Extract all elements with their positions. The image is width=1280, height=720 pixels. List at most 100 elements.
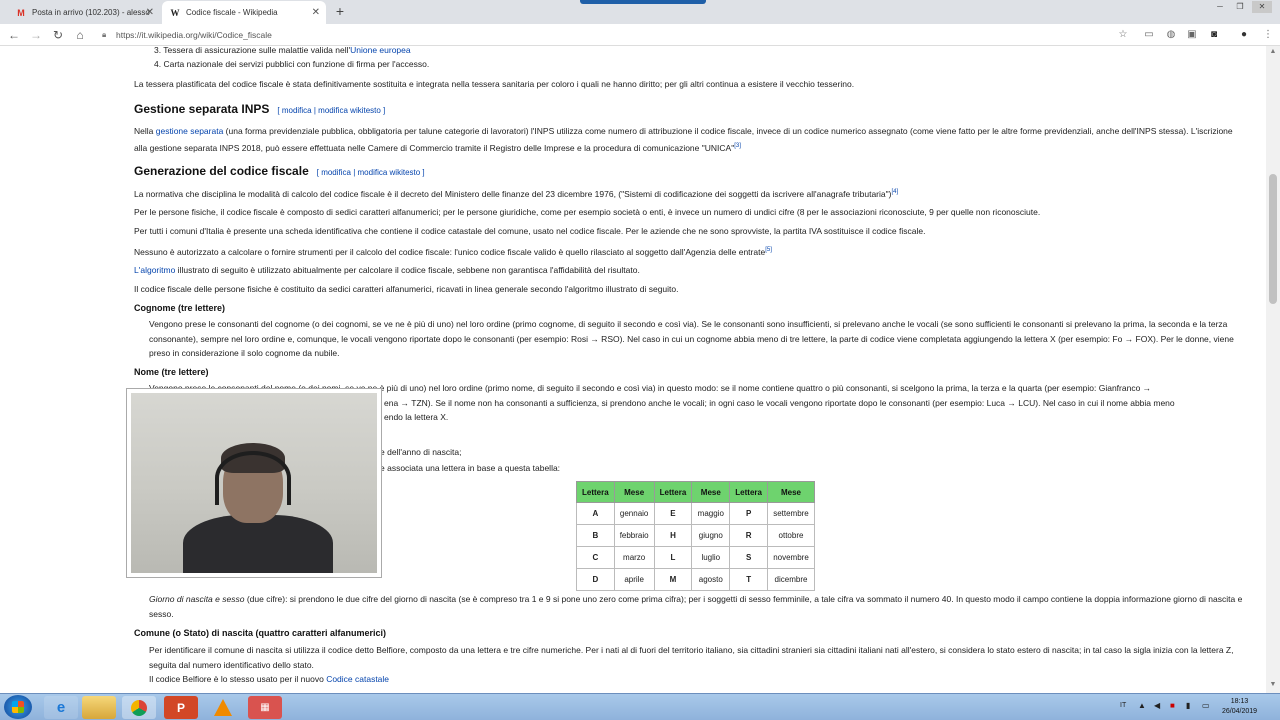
paragraph: e associata una lettera in base a questa… [380,463,561,473]
address-bar[interactable]: 🔒︎ https://it.wikipedia.org/wiki/Codice_… [100,27,1140,43]
months-table: Lettera Mese Lettera Mese Lettera Mese A… [576,481,815,591]
paragraph: Nella gestione separata (una forma previ… [134,126,1233,153]
headset-icon [215,451,291,505]
column-header: Mese [766,481,815,503]
table-cell: gennaio [613,502,655,525]
table-cell: giugno [691,524,731,547]
browser-toolbar: ← → ↻ ⌂ 🔒︎ https://it.wikipedia.org/wiki… [0,24,1280,46]
profile-avatar[interactable]: ● [1238,29,1250,41]
new-tab-button[interactable]: + [332,3,348,19]
table-row: D aprile M agosto T dicembre [576,568,815,591]
url-text: https://it.wikipedia.org/wiki/Codice_fis… [116,30,272,40]
tab-gmail[interactable]: M Posta in arrivo (102.203) - alesso ✕ [8,1,160,24]
minimize-button[interactable]: ─ [1210,1,1230,13]
link-codice-catastale[interactable]: Codice catastale [326,674,389,684]
back-icon[interactable]: ← [6,27,22,43]
reference-link[interactable]: [4] [891,189,898,195]
column-header: Lettera [653,481,693,503]
tab-wikipedia[interactable]: W Codice fiscale - Wikipedia ✕ [162,1,326,24]
scroll-up-icon[interactable]: ▲ [1266,48,1280,58]
table-cell: E [653,502,693,525]
vertical-scrollbar[interactable]: ▲ ▼ [1266,46,1280,693]
close-icon[interactable]: ✕ [146,7,154,18]
paragraph: Giorno di nascita e sesso (due cifre): s… [149,594,1243,619]
link-gestione-separata[interactable]: gestione separata [156,126,224,136]
close-icon[interactable]: ✕ [312,7,320,18]
webcam-video [131,393,377,573]
chevron-up-icon[interactable]: ▲ [1138,701,1148,711]
table-cell: luglio [691,546,731,569]
tab-label: Posta in arrivo (102.203) - alesso [32,8,150,17]
antivirus-icon[interactable]: ■ [1170,701,1180,711]
volume-icon[interactable]: ◀ [1154,701,1164,711]
table-cell: R [729,524,768,547]
close-window-button[interactable]: ✕ [1252,1,1272,13]
ie-icon[interactable]: e [44,696,78,719]
table-cell: settembre [766,502,815,525]
table-cell: C [576,546,615,569]
windows-logo-icon [12,701,24,713]
subsection-heading: Cognome (tre lettere) [134,303,226,313]
table-cell: dicembre [766,568,815,591]
table-cell: ottobre [766,524,815,547]
scrollbar-thumb[interactable] [1269,174,1277,304]
edit-link[interactable]: [ modifica | modifica wikitesto ] [277,106,385,115]
menu-icon[interactable]: ⋮ [1262,29,1274,41]
paragraph: La normativa che disciplina le modalità … [134,188,899,199]
home-icon[interactable]: ⌂ [72,27,88,43]
table-cell: febbraio [613,524,655,547]
start-button[interactable] [4,695,32,719]
camera-icon[interactable]: ◙ [1208,29,1220,41]
gmail-icon: M [17,7,25,18]
edit-link[interactable]: [ modifica | modifica wikitesto ] [317,168,425,177]
reference-link[interactable]: [5] [765,247,772,253]
paragraph: Il codice fiscale delle persone fisiche … [134,284,679,294]
vlc-icon[interactable] [206,696,240,719]
subsection-heading: Nome (tre lettere) [134,367,209,377]
language-indicator[interactable]: IT [1120,702,1126,709]
forward-icon[interactable]: → [28,27,44,43]
table-row: C marzo L luglio S novembre [576,546,815,569]
maximize-button[interactable]: ❐ [1230,1,1250,13]
extension-icon[interactable]: ◍ [1165,29,1177,41]
column-header: Lettera [576,481,615,503]
action-center-icon[interactable]: ▭ [1202,701,1212,711]
list-item: 4. Carta nazionale dei servizi pubblici … [154,59,430,69]
reload-icon[interactable]: ↻ [50,27,66,43]
scroll-down-icon[interactable]: ▼ [1266,681,1280,691]
system-clock[interactable]: 18:13 26/04/2019 [1222,697,1257,717]
paragraph: L'algoritmo illustrato di seguito è util… [134,265,640,275]
network-icon[interactable]: ▮ [1186,701,1196,711]
section-heading: Gestione separata INPS[ modifica | modif… [134,102,386,116]
list-item: 3. Tessera di assicurazione sulle malatt… [154,46,411,55]
wikipedia-article: 3. Tessera di assicurazione sulle malatt… [0,46,1266,693]
paragraph: e dell'anno di nascita; [380,447,462,457]
column-header: Mese [691,481,731,503]
table-cell: novembre [766,546,815,569]
link-algoritmo[interactable]: L'algoritmo [134,265,175,275]
paragraph: Per tutti i comuni d'Italia è presente u… [134,226,926,236]
column-header: Mese [613,481,655,503]
table-cell: T [729,568,768,591]
table-cell: H [653,524,693,547]
link-unione-europea[interactable]: Unione europea [350,46,411,55]
explorer-icon[interactable] [82,696,116,719]
calendar-app-icon[interactable]: ▦ [248,696,282,719]
paragraph: ena → TZN). Se il nome non ha consonanti… [384,398,1175,408]
tab-bar: M Posta in arrivo (102.203) - alesso ✕ W… [0,0,1280,24]
tab-label: Codice fiscale - Wikipedia [186,8,278,17]
paragraph: Vengono prese le consonanti del cognome … [149,319,1234,358]
bookmark-star-icon[interactable]: ☆ [1117,29,1129,41]
section-heading: Generazione del codice fiscale[ modifica… [134,164,425,178]
chrome-icon[interactable] [122,696,156,719]
table-cell: B [576,524,615,547]
paragraph: Il codice Belfiore è lo stesso usato per… [149,674,390,684]
wikipedia-icon: W [170,7,180,18]
extension-icon[interactable]: ▭ [1143,29,1155,41]
table-cell: A [576,502,615,525]
paragraph: La tessera plastificata del codice fisca… [134,79,855,89]
extension-icon[interactable]: ▣ [1186,29,1198,41]
reference-link[interactable]: [3] [734,143,741,149]
powerpoint-icon[interactable]: P [164,696,198,719]
subsection-heading: Comune (o Stato) di nascita (quattro car… [134,628,387,638]
